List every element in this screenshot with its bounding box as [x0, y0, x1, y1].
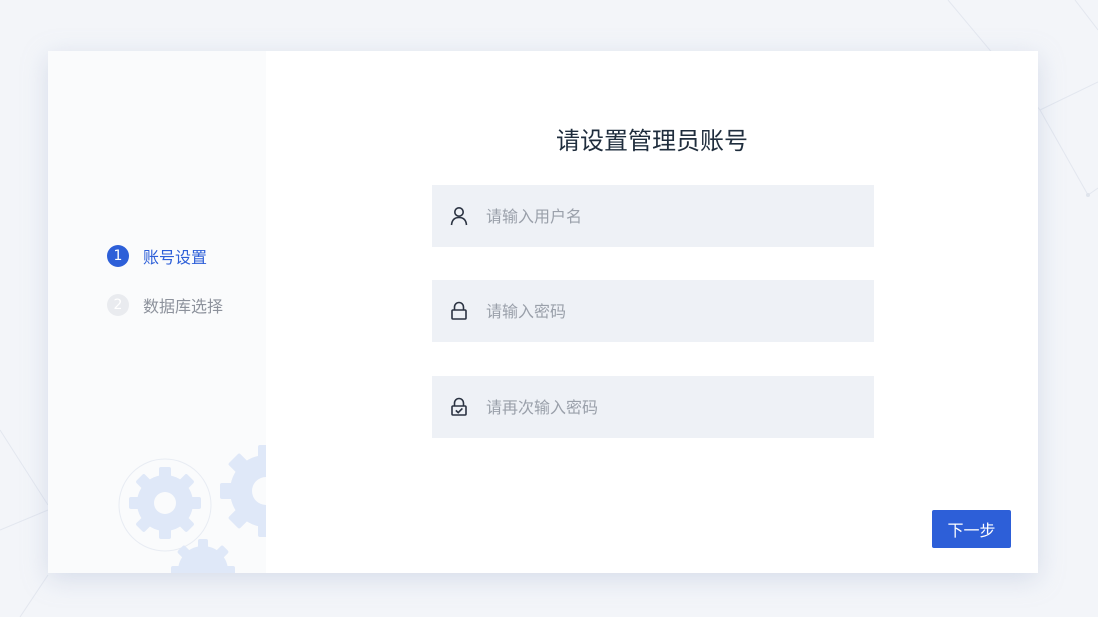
confirm-password-input[interactable]	[486, 376, 874, 438]
page-title: 请设置管理员账号	[556, 127, 748, 155]
lock-check-icon	[432, 397, 486, 417]
password-input[interactable]	[486, 280, 874, 342]
user-icon	[432, 206, 486, 226]
step-number-badge: 1	[107, 245, 129, 267]
username-input[interactable]	[486, 185, 874, 247]
setup-card: 1 账号设置 2 数据库选择 请设置管理员账号 请输入用户名 下一步	[48, 51, 1038, 573]
next-step-button[interactable]: 下一步	[932, 510, 1011, 548]
step-account-settings: 1 账号设置	[107, 244, 207, 268]
confirm-password-field[interactable]	[432, 376, 874, 438]
steps-sidebar: 1 账号设置 2 数据库选择	[48, 51, 266, 573]
lock-icon	[432, 301, 486, 321]
password-field[interactable]	[432, 280, 874, 342]
step-database-selection: 2 数据库选择	[107, 293, 223, 317]
username-field[interactable]	[432, 185, 874, 247]
step-label: 账号设置	[143, 248, 208, 267]
gears-illustration	[118, 445, 266, 573]
step-label: 数据库选择	[143, 297, 224, 316]
step-number-badge: 2	[107, 294, 129, 316]
